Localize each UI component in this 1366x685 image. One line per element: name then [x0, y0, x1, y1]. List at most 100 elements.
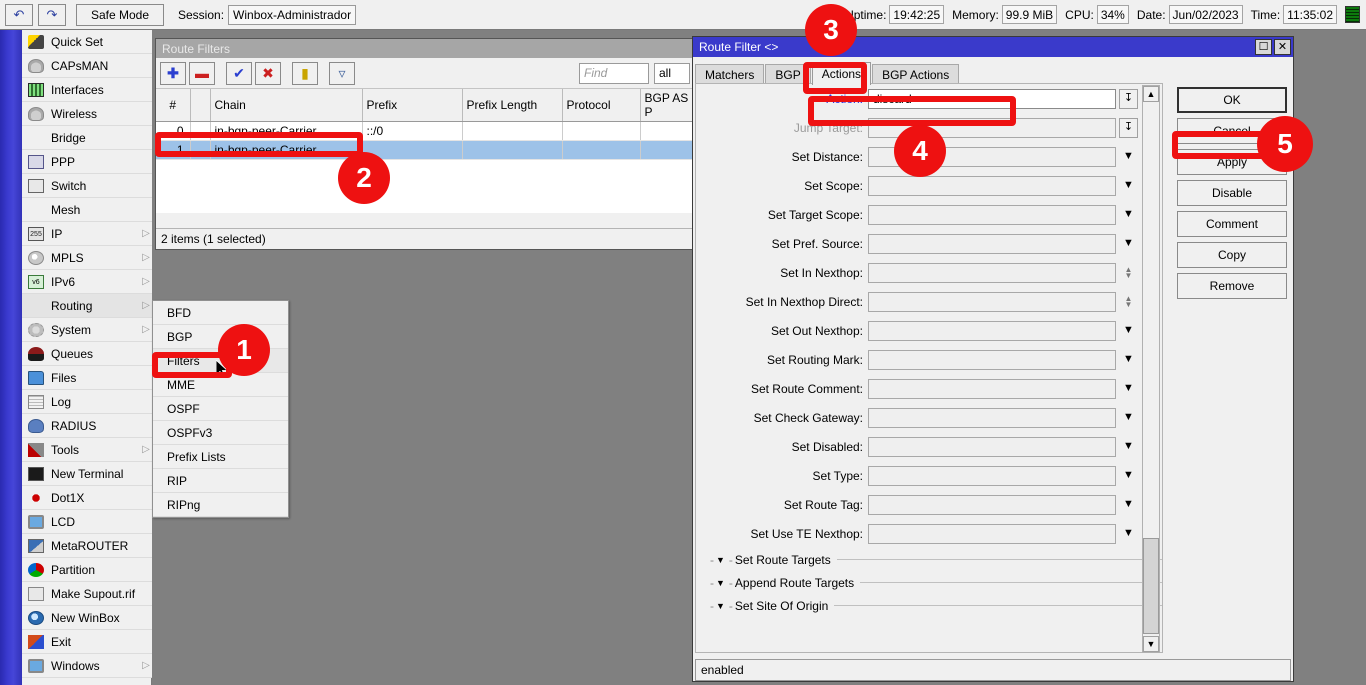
sidebar-item-system[interactable]: System ▷	[22, 318, 152, 342]
undo-icon[interactable]: ↶	[5, 3, 33, 26]
sidebar-item-switch[interactable]: Switch	[22, 174, 152, 198]
sidebar-item-new-terminal[interactable]: New Terminal	[22, 462, 152, 486]
sidebar-item-new-winbox[interactable]: New WinBox	[22, 606, 152, 630]
field-input-set-pref-source[interactable]	[868, 233, 1116, 254]
sidebar-item-ipv6[interactable]: v6 IPv6 ▷	[22, 270, 152, 294]
sidebar-item-dot1x[interactable]: Dot1X	[22, 486, 152, 510]
find-input[interactable]: Find	[579, 62, 649, 84]
submenu-item-ospf[interactable]: OSPF	[153, 397, 288, 421]
disable-button[interactable]: ✖	[255, 61, 281, 85]
dropdown-arrow-icon[interactable]: ▼	[1119, 147, 1138, 167]
field-input-set-route-comment[interactable]	[868, 378, 1116, 399]
sidebar-item-partition[interactable]: Partition	[22, 558, 152, 582]
field-input-set-disabled[interactable]	[868, 436, 1116, 457]
section-append-route-targets[interactable]: - ▼ - Append Route Targets	[696, 571, 1162, 594]
copy-button[interactable]: Copy	[1177, 242, 1287, 268]
sidebar-item-capsman[interactable]: CAPsMAN	[22, 54, 152, 78]
remove-button[interactable]: ▬	[189, 61, 215, 85]
dropdown-arrow-icon[interactable]: ▼	[1119, 205, 1138, 225]
column-header-prefix[interactable]: Prefix	[362, 89, 463, 122]
dropdown-arrow-icon[interactable]: ▼	[1119, 408, 1138, 428]
sidebar-item-mpls[interactable]: MPLS ▷	[22, 246, 152, 270]
comment-button[interactable]: Comment	[1177, 211, 1287, 237]
field-input-set-target-scope[interactable]	[868, 204, 1116, 225]
sidebar-item-tools[interactable]: Tools ▷	[22, 438, 152, 462]
column-header-prefix-length[interactable]: Prefix Length	[462, 89, 563, 122]
sidebar-item-bridge[interactable]: Bridge	[22, 126, 152, 150]
field-input-set-check-gateway[interactable]	[868, 407, 1116, 428]
field-input-set-in-nexthop[interactable]	[868, 262, 1116, 283]
scrollbar-thumb[interactable]	[1143, 538, 1159, 634]
comment-button[interactable]: ▮	[292, 61, 318, 85]
redo-icon[interactable]: ↷	[38, 3, 66, 26]
dropdown-arrow-icon[interactable]: ▼	[1119, 176, 1138, 196]
filter-scope-select[interactable]: all	[654, 62, 690, 84]
column-header-protocol[interactable]: Protocol	[562, 89, 641, 122]
filter-button[interactable]: ▿	[329, 61, 355, 85]
column-header-bgp-as[interactable]: BGP AS P	[640, 89, 694, 122]
dropdown-arrow-icon[interactable]: ▼	[1119, 321, 1138, 341]
chevron-down-icon[interactable]: ▼	[716, 578, 725, 588]
sidebar-item-exit[interactable]: Exit	[22, 630, 152, 654]
sidebar-item-mesh[interactable]: Mesh	[22, 198, 152, 222]
submenu-item-rip[interactable]: RIP	[153, 469, 288, 493]
sidebar-item-metarouter[interactable]: MetaROUTER	[22, 534, 152, 558]
dropdown-arrow-icon[interactable]: ▼	[1119, 524, 1138, 544]
sidebar-item-log[interactable]: Log	[22, 390, 152, 414]
dropdown-arrow-icon[interactable]: ▼	[1119, 350, 1138, 370]
sidebar-item-queues[interactable]: Queues	[22, 342, 152, 366]
section-set-route-targets[interactable]: - ▼ - Set Route Targets	[696, 548, 1162, 571]
sidebar-item-radius[interactable]: RADIUS	[22, 414, 152, 438]
field-input-set-route-tag[interactable]	[868, 494, 1116, 515]
field-input-set-routing-mark[interactable]	[868, 349, 1116, 370]
maximize-icon[interactable]: ☐	[1255, 39, 1272, 55]
spinner-arrows-icon[interactable]: ▲ ▼	[1119, 292, 1138, 312]
disable-button[interactable]: Disable	[1177, 180, 1287, 206]
scroll-up-button[interactable]: ▲	[1143, 86, 1159, 102]
add-button[interactable]: ✚	[160, 61, 186, 85]
section-set-site-of-origin[interactable]: - ▼ - Set Site Of Origin	[696, 594, 1162, 617]
submenu-item-prefix-lists[interactable]: Prefix Lists	[153, 445, 288, 469]
column-header-chain[interactable]: Chain	[210, 89, 363, 122]
column-header-index[interactable]: #	[156, 89, 191, 122]
enable-button[interactable]: ✔	[226, 61, 252, 85]
form-scrollbar[interactable]: ▲ ▼	[1142, 85, 1160, 653]
sidebar-item-interfaces[interactable]: Interfaces	[22, 78, 152, 102]
field-input-set-use-te-nexthop[interactable]	[868, 523, 1116, 544]
dropdown-arrow-icon[interactable]: ↧	[1119, 88, 1138, 109]
chevron-down-icon[interactable]: ▼	[716, 601, 725, 611]
submenu-item-ripng[interactable]: RIPng	[153, 493, 288, 517]
sidebar-item-routing[interactable]: Routing ▷	[22, 294, 152, 318]
safe-mode-button[interactable]: Safe Mode	[76, 3, 164, 26]
field-input-set-in-nexthop-direct[interactable]	[868, 291, 1116, 312]
ok-button[interactable]: OK	[1177, 87, 1287, 113]
sidebar-item-files[interactable]: Files	[22, 366, 152, 390]
column-header-flags[interactable]	[190, 89, 211, 122]
tab-bgp-actions[interactable]: BGP Actions	[872, 64, 960, 85]
chevron-down-icon[interactable]: ▼	[716, 555, 725, 565]
dropdown-arrow-icon[interactable]: ▼	[1119, 466, 1138, 486]
submenu-item-bfd[interactable]: BFD	[153, 301, 288, 325]
sidebar-item-lcd[interactable]: LCD	[22, 510, 152, 534]
annotation-step-3: 3	[805, 4, 857, 56]
sidebar-item-make-supout-rif[interactable]: Make Supout.rif	[22, 582, 152, 606]
scroll-down-button[interactable]: ▼	[1143, 636, 1159, 652]
dropdown-arrow-icon[interactable]: ▼	[1119, 495, 1138, 515]
sidebar-item-windows[interactable]: Windows ▷	[22, 654, 152, 678]
spinner-arrows-icon[interactable]: ▲ ▼	[1119, 263, 1138, 283]
dropdown-arrow-icon[interactable]: ▼	[1119, 437, 1138, 457]
submenu-item-ospfv3[interactable]: OSPFv3	[153, 421, 288, 445]
sidebar-item-quick-set[interactable]: Quick Set	[22, 30, 152, 54]
field-input-set-out-nexthop[interactable]	[868, 320, 1116, 341]
sidebar-item-ip[interactable]: 255 IP ▷	[22, 222, 152, 246]
tab-matchers[interactable]: Matchers	[695, 64, 765, 85]
close-icon[interactable]: ✕	[1274, 39, 1291, 55]
field-input-set-type[interactable]	[868, 465, 1116, 486]
dropdown-arrow-icon[interactable]: ▼	[1119, 234, 1138, 254]
remove-button[interactable]: Remove	[1177, 273, 1287, 299]
dropdown-arrow-icon[interactable]: ▼	[1119, 379, 1138, 399]
sidebar-item-ppp[interactable]: PPP	[22, 150, 152, 174]
dropdown-arrow-icon[interactable]: ↧	[1119, 117, 1138, 138]
field-input-set-scope[interactable]	[868, 175, 1116, 196]
sidebar-item-wireless[interactable]: Wireless	[22, 102, 152, 126]
